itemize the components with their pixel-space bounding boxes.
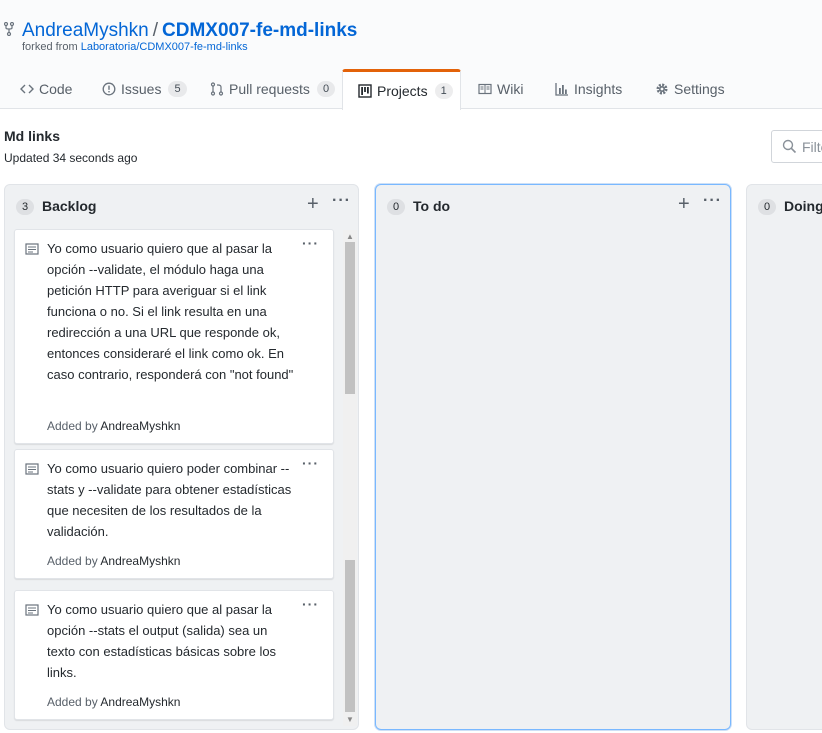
projects-counter: 1 <box>434 83 453 99</box>
column-card-count: 3 <box>16 199 34 215</box>
search-icon <box>782 139 797 154</box>
repo-name-link[interactable]: CDMX007-fe-md-links <box>162 20 357 41</box>
pull-requests-counter: 0 <box>316 81 336 97</box>
column-scrollbar[interactable]: ▲ ▼ <box>343 230 357 726</box>
repo-owner-link[interactable]: AndreaMyshkn <box>22 20 149 41</box>
project-card[interactable]: Yo como usuario quiero que al pasar la o… <box>14 229 334 444</box>
tab-code-label: Code <box>39 81 73 97</box>
column-name: Doing <box>784 198 822 214</box>
tab-projects-label: Projects <box>377 83 428 99</box>
book-icon <box>478 83 492 95</box>
added-by-prefix: Added by <box>47 695 98 709</box>
tab-pull-requests[interactable]: Pull requests 0 <box>210 69 336 109</box>
tab-wiki[interactable]: Wiki <box>478 69 523 109</box>
column-menu-button[interactable]: ··· <box>703 193 722 209</box>
repo-title-separator: / <box>152 20 159 41</box>
repo-title: AndreaMyshkn / CDMX007-fe-md-links <box>22 19 357 43</box>
card-menu-button[interactable]: ··· <box>302 455 319 471</box>
card-menu-button[interactable]: ··· <box>302 596 319 612</box>
column-name: Backlog <box>42 198 97 214</box>
column-to-do: 0 To do + ··· <box>375 184 731 730</box>
card-menu-button[interactable]: ··· <box>302 235 319 251</box>
card-author-link[interactable]: AndreaMyshkn <box>100 695 180 709</box>
project-card[interactable]: Yo como usuario quiero poder combinar --… <box>14 449 334 579</box>
issues-counter: 5 <box>168 81 187 97</box>
column-backlog: 3 Backlog + ··· Yo como usuario quiero q… <box>4 184 359 730</box>
tab-projects[interactable]: Projects 1 <box>342 69 461 110</box>
column-card-count: 0 <box>758 199 776 215</box>
card-note-text: Yo como usuario quiero que al pasar la o… <box>47 602 277 680</box>
card-note-text: Yo como usuario quiero poder combinar --… <box>47 461 292 539</box>
column-doing: 0 Doing <box>746 184 822 730</box>
scroll-up-arrow-icon[interactable]: ▲ <box>346 232 354 241</box>
card-added-by: Added by AndreaMyshkn <box>47 695 180 709</box>
column-card-count: 0 <box>387 199 405 215</box>
project-title: Md links <box>4 128 61 144</box>
column-menu-button[interactable]: ··· <box>332 193 351 209</box>
repo-header: AndreaMyshkn / CDMX007-fe-md-links forked … <box>0 0 822 110</box>
tab-settings-label: Settings <box>674 81 725 97</box>
tab-issues-label: Issues <box>121 81 162 97</box>
card-added-by: Added by AndreaMyshkn <box>47 554 180 568</box>
pull-request-icon <box>210 82 224 96</box>
gear-icon <box>656 83 668 95</box>
column-header: 0 To do + ··· <box>376 185 730 229</box>
tab-issues[interactable]: Issues 5 <box>102 69 187 109</box>
column-header: 3 Backlog + ··· <box>5 185 358 229</box>
tab-code[interactable]: Code <box>20 69 72 109</box>
added-by-prefix: Added by <box>47 554 98 568</box>
tab-settings[interactable]: Settings <box>655 69 725 109</box>
note-icon <box>25 604 39 616</box>
column-header: 0 Doing <box>747 185 822 229</box>
note-icon <box>25 463 39 475</box>
scrollbar-thumb[interactable] <box>345 560 355 712</box>
filter-cards-input[interactable]: Filte <box>771 130 822 163</box>
forked-from-prefix: forked from <box>22 41 78 53</box>
project-icon <box>358 84 372 98</box>
card-added-by: Added by AndreaMyshkn <box>47 419 180 433</box>
graph-icon <box>555 83 568 96</box>
note-icon <box>25 243 39 255</box>
repo-nav-tabs: Code Issues 5 Pull requests 0 Projects 1… <box>0 69 822 110</box>
issue-icon <box>102 82 116 96</box>
repo-forked-icon <box>4 22 14 36</box>
forked-from-text: forked from Laboratoria/CDMX007-fe-md-li… <box>22 41 248 53</box>
card-author-link[interactable]: AndreaMyshkn <box>100 419 180 433</box>
project-updated-text: Updated 34 seconds ago <box>4 151 138 165</box>
tab-pull-requests-label: Pull requests <box>229 81 310 97</box>
add-card-button[interactable]: + <box>307 194 319 214</box>
filter-placeholder: Filte <box>802 139 822 155</box>
tab-wiki-label: Wiki <box>497 81 524 97</box>
add-card-button[interactable]: + <box>678 194 690 214</box>
column-name: To do <box>413 198 451 214</box>
code-icon <box>20 84 34 94</box>
added-by-prefix: Added by <box>47 419 98 433</box>
scrollbar-thumb[interactable] <box>345 242 355 394</box>
scroll-down-arrow-icon[interactable]: ▼ <box>346 715 354 724</box>
tab-insights[interactable]: Insights <box>555 69 622 109</box>
card-author-link[interactable]: AndreaMyshkn <box>100 554 180 568</box>
project-card[interactable]: Yo como usuario quiero que al pasar la o… <box>14 590 334 720</box>
card-note-text: Yo como usuario quiero que al pasar la o… <box>47 241 294 382</box>
forked-from-link[interactable]: Laboratoria/CDMX007-fe-md-links <box>81 41 248 53</box>
tab-insights-label: Insights <box>574 81 623 97</box>
